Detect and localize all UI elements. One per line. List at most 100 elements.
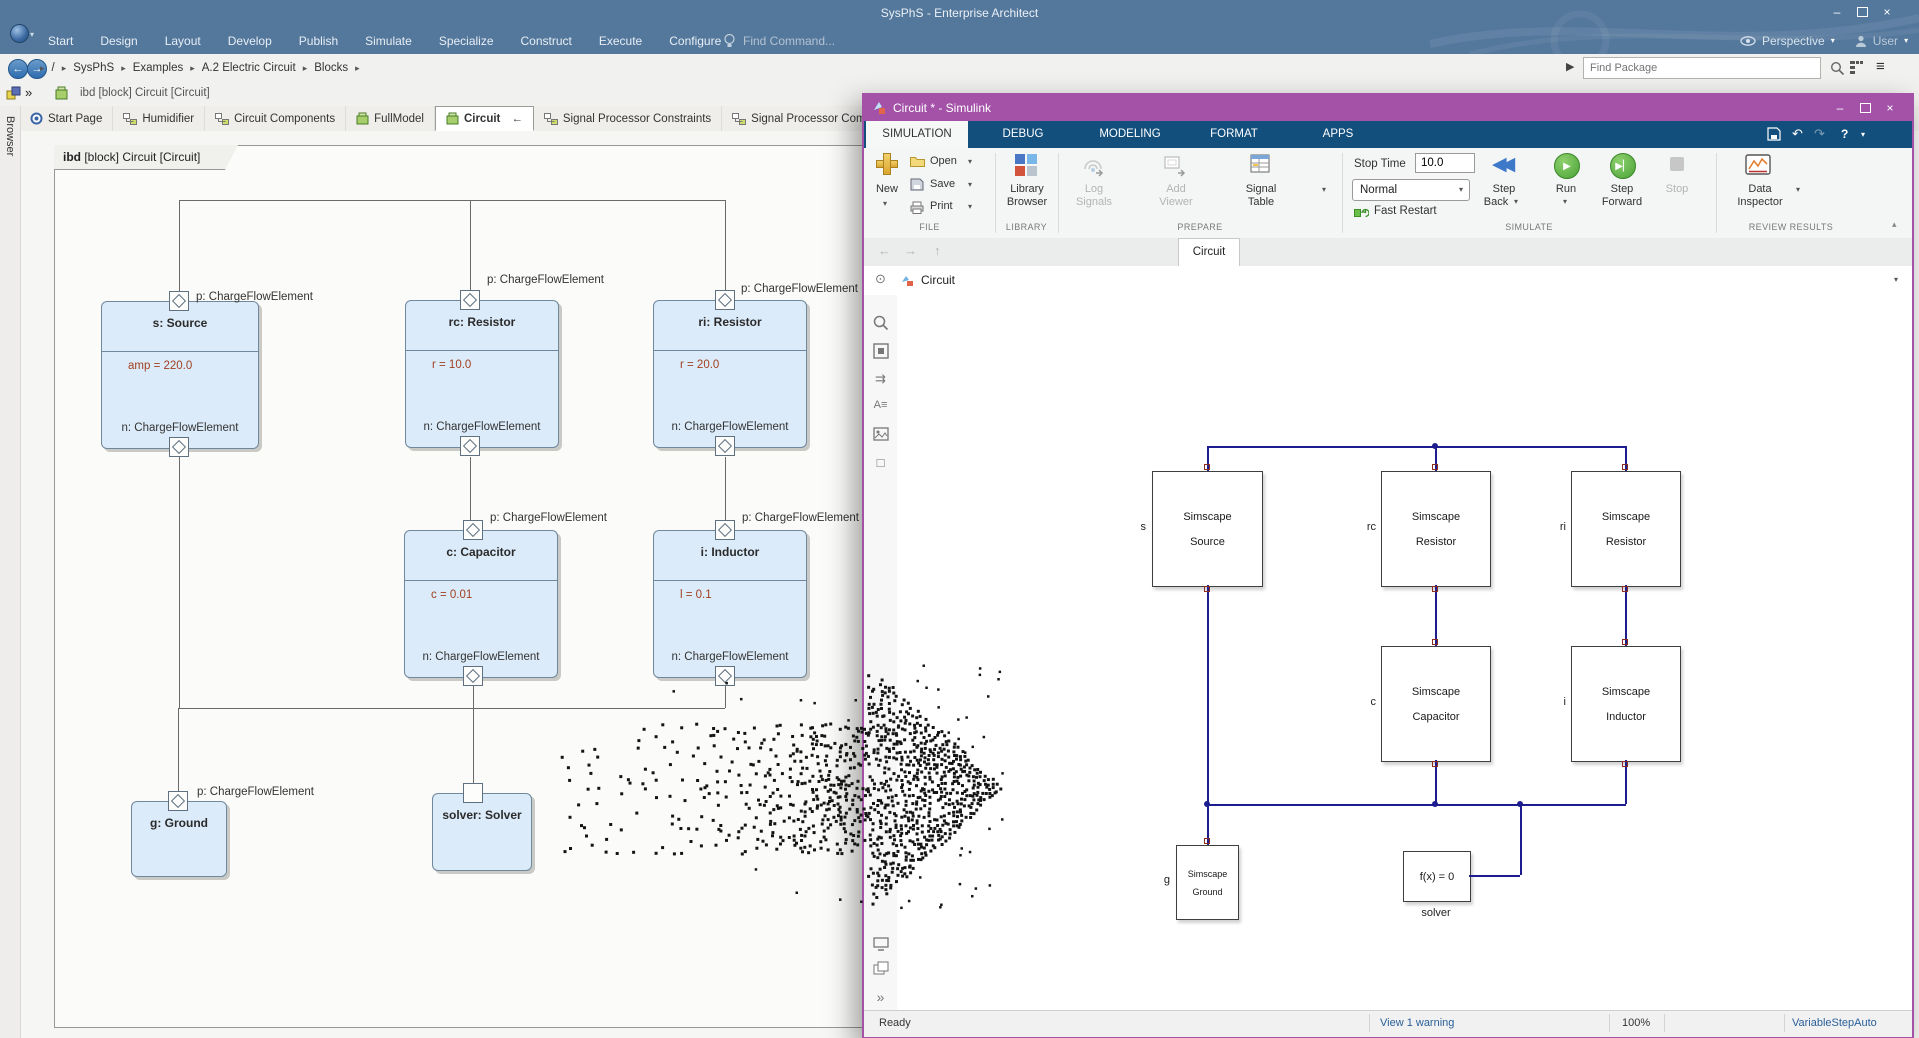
port-p-resistor-rc[interactable] bbox=[460, 290, 480, 310]
status-solver[interactable]: VariableStepAuto bbox=[1792, 1017, 1877, 1029]
open-folder-icon[interactable] bbox=[910, 155, 925, 167]
find-package-input[interactable] bbox=[1583, 57, 1821, 79]
new-label[interactable]: New bbox=[866, 183, 908, 195]
empty-box-icon[interactable]: □ bbox=[864, 455, 897, 470]
simscape-inductor-block[interactable]: Simscape Inductor bbox=[1571, 646, 1681, 762]
menu-layout[interactable]: Layout bbox=[165, 34, 201, 48]
stop-time-input[interactable] bbox=[1415, 153, 1475, 173]
log-signals-label-2[interactable]: Signals bbox=[1066, 196, 1122, 208]
block-resistor-rc[interactable]: rc: Resistor r = 10.0 n: ChargeFlowEleme… bbox=[405, 300, 559, 448]
signal-table-label-1[interactable]: Signal bbox=[1233, 183, 1289, 195]
library-label-2[interactable]: Browser bbox=[996, 196, 1058, 208]
port-n-resistor-ri[interactable] bbox=[715, 436, 735, 456]
save-icon[interactable] bbox=[910, 178, 924, 191]
tab-start-page[interactable]: Start Page bbox=[20, 106, 113, 131]
simscape-capacitor-block[interactable]: Simscape Capacitor bbox=[1381, 646, 1491, 762]
menu-develop[interactable]: Develop bbox=[228, 34, 272, 48]
quick-access-caret-icon[interactable]: ▾ bbox=[1861, 130, 1865, 139]
expand-arrow-icon[interactable]: ▶ bbox=[1566, 60, 1574, 73]
logo-caret-icon[interactable]: ▾ bbox=[30, 30, 34, 39]
run-button[interactable]: ▶ bbox=[1554, 153, 1580, 179]
block-resistor-ri[interactable]: ri: Resistor r = 20.0 n: ChargeFlowEleme… bbox=[653, 300, 807, 448]
port-solver[interactable] bbox=[463, 783, 483, 803]
breadcrumb-sysphs[interactable]: SysPhS bbox=[73, 62, 114, 74]
help-icon[interactable]: ? bbox=[1841, 127, 1848, 141]
annotation-icon[interactable]: A≡ bbox=[864, 399, 897, 411]
step-back-label-2[interactable]: Back bbox=[1472, 196, 1520, 208]
fit-to-view-icon[interactable] bbox=[873, 343, 889, 359]
simulation-mode-select[interactable]: Normal ▾ bbox=[1352, 179, 1470, 201]
perspective-button[interactable]: Perspective bbox=[1762, 34, 1825, 48]
undo-icon[interactable]: ↶ bbox=[1792, 126, 1803, 142]
block-solver[interactable]: solver: Solver bbox=[432, 793, 532, 871]
fast-restart-label[interactable]: Fast Restart bbox=[1374, 205, 1437, 217]
expand-toolstrip-icon[interactable]: » bbox=[864, 989, 897, 1005]
user-caret-icon[interactable]: ▾ bbox=[1904, 36, 1908, 45]
fast-restart-icon[interactable] bbox=[1354, 207, 1369, 219]
tab-circuit-components[interactable]: Circuit Components bbox=[205, 106, 346, 131]
explorer-bar-icon[interactable]: ⊙ bbox=[875, 271, 886, 287]
log-signals-label-1[interactable]: Log bbox=[1066, 183, 1122, 195]
port-n-source[interactable] bbox=[169, 437, 189, 457]
new-caret-icon[interactable]: ▾ bbox=[883, 199, 887, 208]
review-caret-icon[interactable]: ▾ bbox=[1796, 185, 1800, 194]
data-inspector-label-2[interactable]: Inspector bbox=[1730, 196, 1790, 208]
status-warning-link[interactable]: View 1 warning bbox=[1380, 1017, 1454, 1029]
collapse-ribbon-icon[interactable]: ▴ bbox=[1892, 219, 1897, 230]
data-inspector-icon[interactable] bbox=[1744, 152, 1774, 180]
close-icon[interactable]: × bbox=[1882, 100, 1898, 115]
menu-simulate[interactable]: Simulate bbox=[365, 34, 412, 48]
tab-circuit-active[interactable]: Circuit ← bbox=[435, 106, 534, 131]
breadcrumb-electric-circuit[interactable]: A.2 Electric Circuit bbox=[202, 62, 296, 74]
search-icon[interactable] bbox=[1830, 61, 1845, 76]
tab-humidifier[interactable]: Humidifier bbox=[113, 106, 205, 131]
menu-construct[interactable]: Construct bbox=[521, 34, 572, 48]
library-browser-icon[interactable] bbox=[1015, 154, 1037, 176]
port-p-capacitor[interactable] bbox=[463, 520, 483, 540]
user-button[interactable]: User bbox=[1873, 34, 1898, 48]
block-capacitor[interactable]: c: Capacitor c = 0.01 n: ChargeFlowEleme… bbox=[404, 530, 558, 678]
breadcrumb-blocks[interactable]: Blocks bbox=[314, 62, 348, 74]
nav-back-icon[interactable]: ← bbox=[878, 243, 891, 258]
simscape-resistor-rc-block[interactable]: Simscape Resistor bbox=[1381, 471, 1491, 587]
zoom-icon[interactable] bbox=[873, 315, 889, 331]
block-ground[interactable]: g: Ground bbox=[131, 801, 227, 877]
model-tab-circuit[interactable]: Circuit bbox=[1178, 238, 1240, 266]
restore-icon[interactable] bbox=[1854, 4, 1870, 19]
solver-block[interactable]: f(x) = 0 bbox=[1403, 851, 1471, 902]
port-n-resistor-rc[interactable] bbox=[460, 436, 480, 456]
step-back-caret-icon[interactable]: ▾ bbox=[1514, 197, 1518, 206]
close-icon[interactable]: × bbox=[1879, 4, 1895, 19]
breadcrumb-examples[interactable]: Examples bbox=[133, 62, 184, 74]
hamburger-menu-icon[interactable]: ≡ bbox=[1876, 58, 1885, 75]
nav-up-icon[interactable]: ↑ bbox=[934, 243, 941, 258]
tab-fullmodel[interactable]: FullModel bbox=[346, 106, 435, 131]
viewmarks-icon[interactable] bbox=[873, 937, 889, 951]
maximize-icon[interactable] bbox=[1857, 100, 1873, 115]
route-arrows-icon[interactable]: ⇉ bbox=[864, 371, 897, 387]
grid-view-icon[interactable] bbox=[1850, 61, 1864, 75]
ribbon-tab-format[interactable]: FORMAT bbox=[1198, 121, 1270, 148]
save-caret-icon[interactable]: ▾ bbox=[968, 180, 972, 189]
menu-configure[interactable]: Configure bbox=[669, 34, 721, 48]
port-p-resistor-ri[interactable] bbox=[715, 290, 735, 310]
simscape-ground-block[interactable]: Simscape Ground bbox=[1176, 845, 1239, 920]
breadcrumb-root[interactable]: / bbox=[52, 62, 55, 74]
minimize-icon[interactable]: – bbox=[1832, 100, 1848, 115]
add-viewer-label-1[interactable]: Add bbox=[1148, 183, 1204, 195]
menu-execute[interactable]: Execute bbox=[599, 34, 642, 48]
block-inductor[interactable]: i: Inductor l = 0.1 n: ChargeFlowElement bbox=[653, 530, 807, 678]
nav-forward-icon[interactable]: → bbox=[904, 243, 917, 258]
address-caret-icon[interactable]: ▾ bbox=[1894, 275, 1898, 284]
image-icon[interactable] bbox=[873, 427, 889, 441]
menu-publish[interactable]: Publish bbox=[299, 34, 338, 48]
library-label-1[interactable]: Library bbox=[996, 183, 1058, 195]
port-n-inductor[interactable] bbox=[715, 666, 735, 686]
tab-signal-processor-constraints[interactable]: Signal Processor Constraints bbox=[534, 106, 722, 131]
ribbon-tab-modeling[interactable]: MODELING bbox=[1088, 121, 1172, 148]
step-forward-label-2[interactable]: Forward bbox=[1598, 196, 1646, 208]
simscape-source-block[interactable]: Simscape Source bbox=[1152, 471, 1263, 587]
ribbon-tab-debug[interactable]: DEBUG bbox=[988, 121, 1058, 148]
quick-save-ic on[interactable] bbox=[1767, 127, 1781, 141]
layers-icon[interactable] bbox=[873, 961, 889, 976]
